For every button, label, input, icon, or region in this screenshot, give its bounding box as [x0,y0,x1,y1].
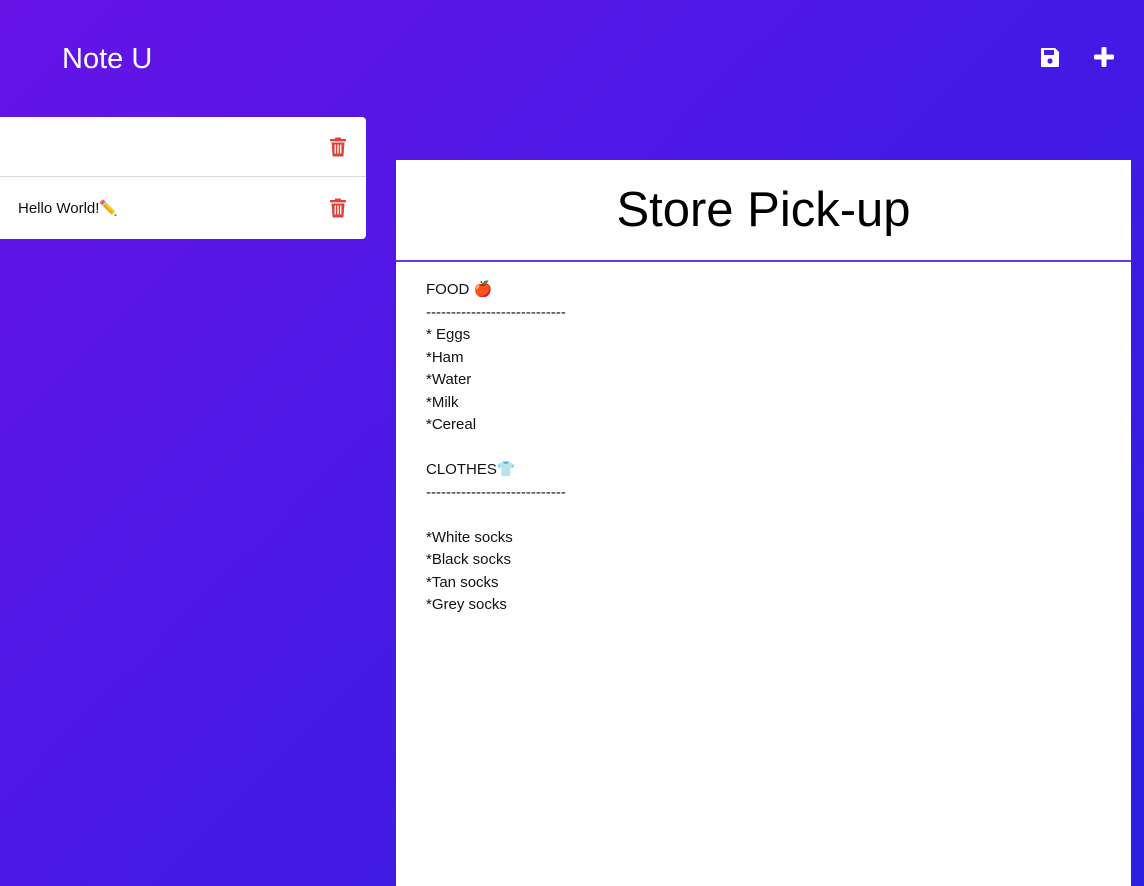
plus-icon [1094,47,1114,67]
note-line [426,504,1101,527]
note-line: *White socks [426,528,513,546]
note-line: *Ham [426,348,464,366]
add-note-button[interactable] [1089,42,1119,72]
floppy-disk-icon [1041,48,1059,67]
note-line: *Grey socks [426,596,507,613]
note-body-textarea[interactable]: FOOD 🍎 ---------------------------- * Eg… [396,262,1131,634]
note-line: *Cereal [426,416,477,433]
note-line: ---------------------------- [426,483,566,501]
note-title-input[interactable]: Store Pick-up [396,160,1131,262]
note-line: *Tan socks [426,573,499,591]
note-editor: Store Pick-up FOOD 🍎 -------------------… [396,160,1131,886]
note-item[interactable] [0,117,366,176]
app-title: Note U [62,43,153,75]
note-line: *Black socks [426,551,512,568]
note-line: *Milk [426,393,459,411]
note-line [426,437,1101,460]
trash-icon[interactable] [330,137,346,156]
note-line: * Eggs [426,326,471,343]
note-line: CLOTHES👕 [426,461,516,478]
note-line: ---------------------------- [426,303,566,321]
note-item[interactable]: Hello World!✏️ [0,176,366,239]
trash-icon[interactable] [330,198,346,218]
note-item-title: Hello World!✏️ [18,200,119,217]
note-list: Hello World!✏️ [0,117,366,239]
save-button[interactable] [1035,42,1065,72]
note-line: *Water [426,371,472,388]
note-line: FOOD 🍎 [426,281,493,298]
